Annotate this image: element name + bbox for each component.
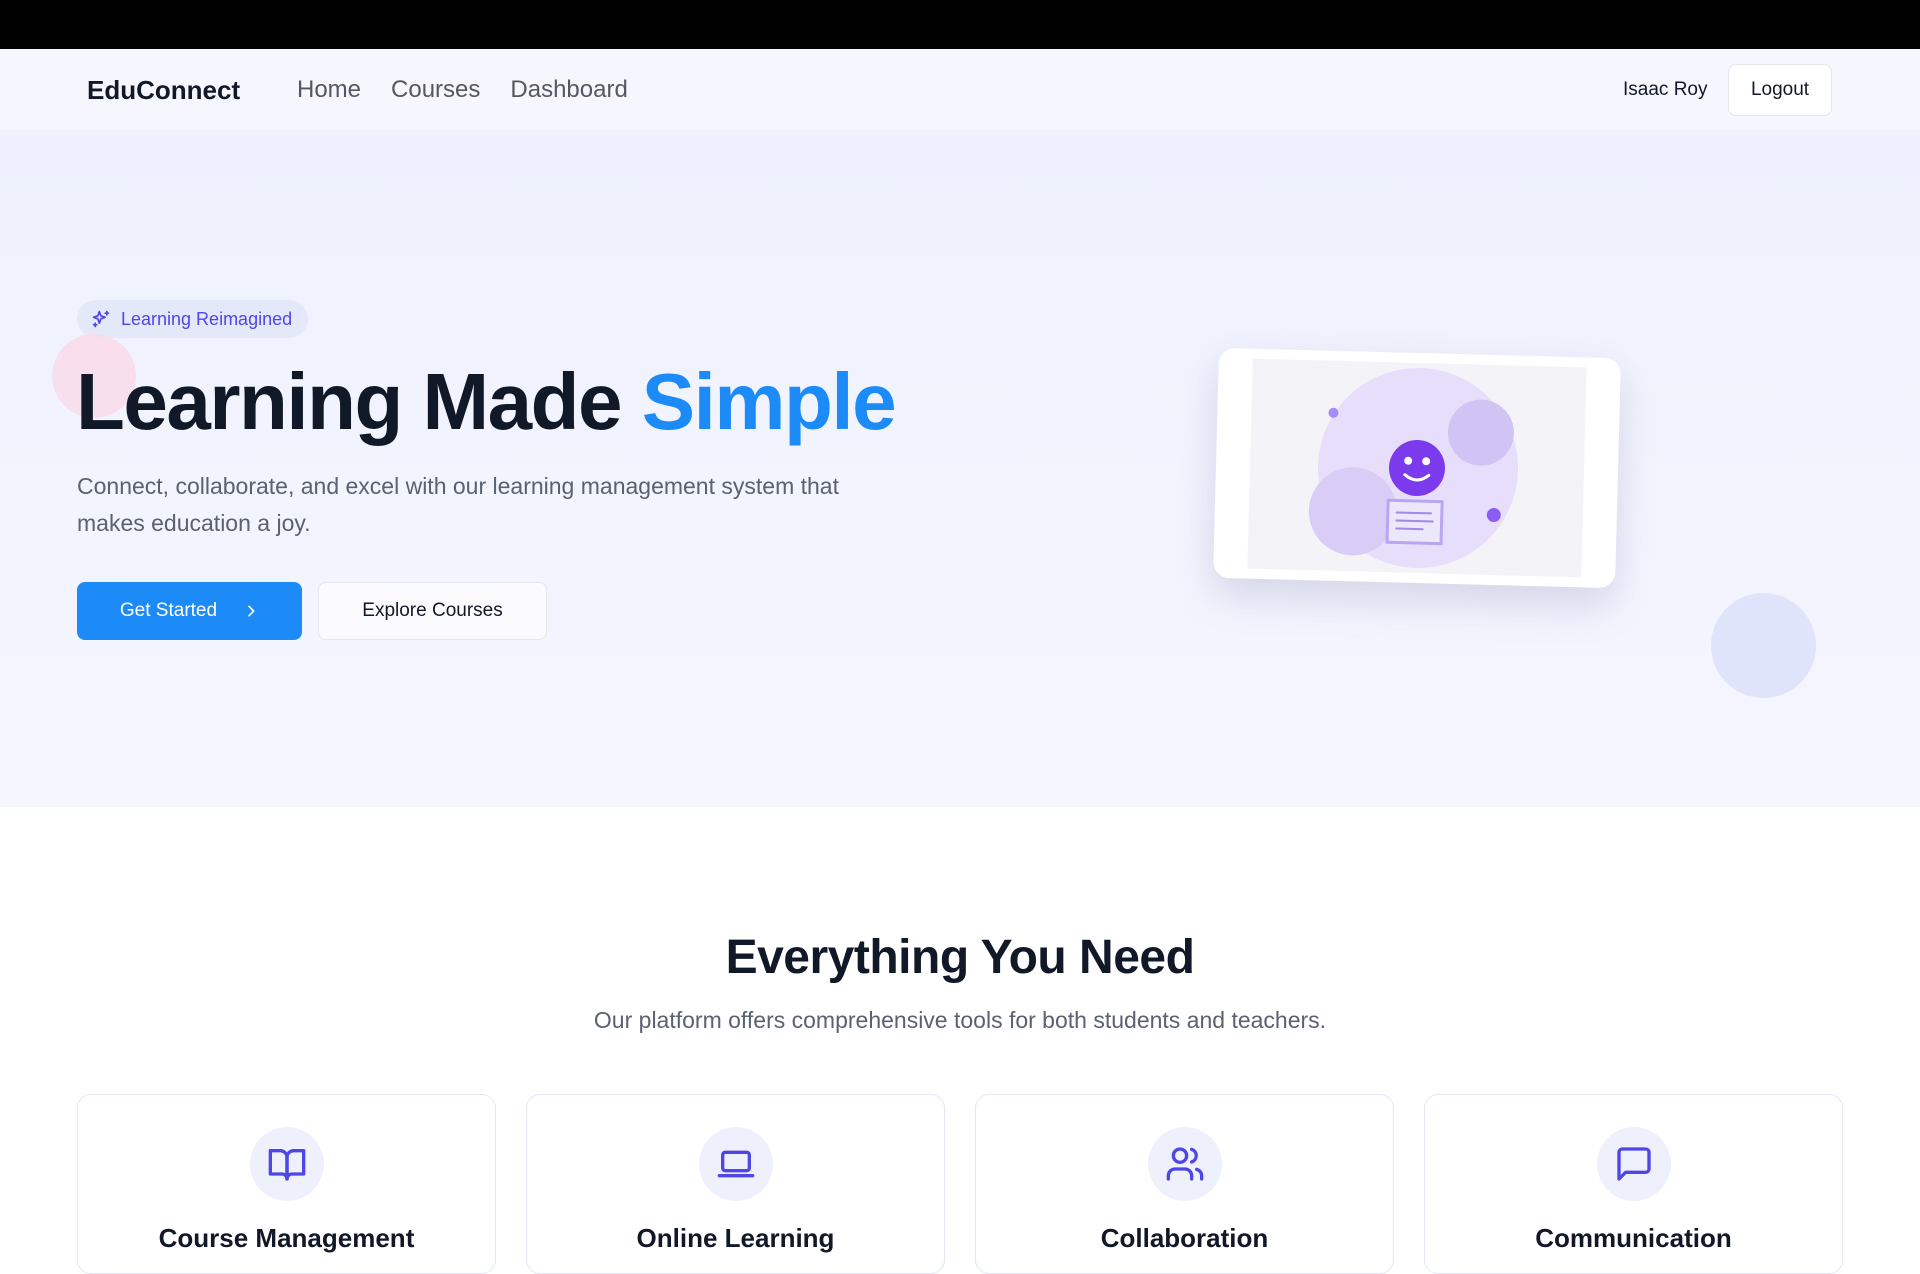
get-started-button[interactable]: Get Started — [77, 582, 302, 640]
get-started-label: Get Started — [119, 600, 218, 621]
feature-card-online-learning[interactable]: Online Learning — [526, 1094, 945, 1274]
hero-illustration — [1247, 358, 1587, 578]
user-name: Isaac Roy — [1623, 79, 1708, 100]
hero-title: Learning Made Simple — [76, 356, 897, 448]
navbar: EduConnect Home Courses Dashboard Isaac … — [0, 49, 1920, 131]
users-icon — [1148, 1127, 1222, 1201]
nav-links: Home Courses Dashboard — [297, 76, 628, 104]
brand-logo[interactable]: EduConnect — [87, 75, 240, 106]
feature-card-title: Communication — [1535, 1223, 1732, 1253]
feature-card-title: Online Learning — [636, 1223, 835, 1253]
chevron-right-icon — [248, 605, 255, 617]
hero-badge: Learning Reimagined — [77, 300, 309, 338]
hero-section: Learning Reimagined Learning Made Simple… — [0, 131, 1920, 807]
book-open-icon — [250, 1127, 324, 1201]
feature-card-communication[interactable]: Communication — [1424, 1094, 1843, 1274]
learner-illustration — [1308, 368, 1518, 569]
hero-title-main: Learning Made — [76, 357, 642, 446]
hero-illustration-card — [1213, 347, 1621, 589]
features-title: Everything You Need — [725, 931, 1195, 984]
nav-link-home[interactable]: Home — [297, 76, 361, 104]
feature-card-title: Collaboration — [1100, 1223, 1269, 1253]
browser-top-bar — [0, 0, 1920, 49]
message-square-icon — [1597, 1127, 1671, 1201]
laptop-icon — [699, 1127, 773, 1201]
nav-link-courses[interactable]: Courses — [391, 76, 480, 104]
nav-link-dashboard[interactable]: Dashboard — [510, 76, 627, 104]
hero-subtitle: Connect, collaborate, and excel with our… — [77, 473, 839, 536]
feature-card-title: Course Management — [158, 1223, 415, 1253]
features-section: Everything You Need Our platform offers … — [0, 807, 1920, 1274]
hero-title-accent: Simple — [641, 357, 897, 446]
explore-courses-button[interactable]: Explore Courses — [318, 582, 547, 640]
feature-card-course-management[interactable]: Course Management — [77, 1094, 496, 1274]
hero-badge-label: Learning Reimagined — [121, 308, 293, 329]
decorative-blue-circle — [1711, 593, 1816, 698]
feature-card-collaboration[interactable]: Collaboration — [975, 1094, 1394, 1274]
logout-button[interactable]: Logout — [1728, 64, 1832, 116]
sparkles-icon — [92, 310, 110, 328]
features-subtitle: Our platform offers comprehensive tools … — [593, 1007, 1327, 1033]
